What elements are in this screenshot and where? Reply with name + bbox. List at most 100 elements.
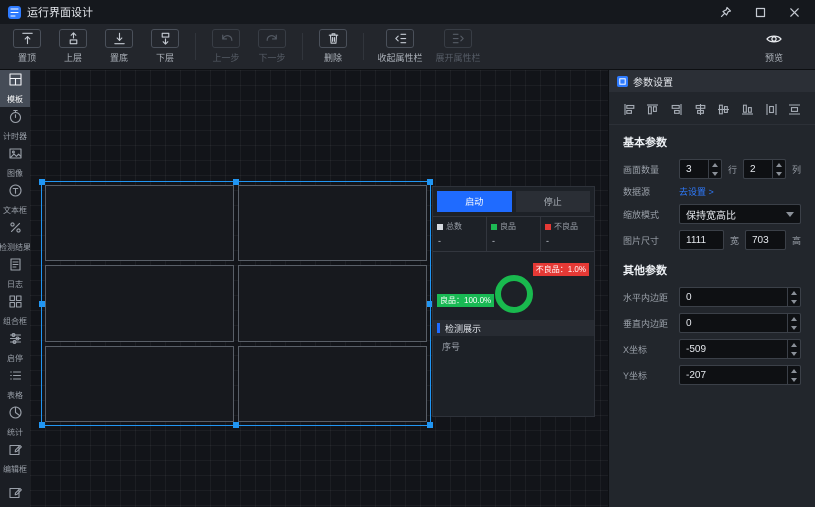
donut-chart <box>495 275 533 313</box>
toolbar: 置顶 上层 置底 下层 上一步 <box>0 24 815 70</box>
layer-down-button[interactable]: 下层 <box>142 24 188 69</box>
sidebar-item-combobox[interactable]: 组合框 <box>0 292 30 329</box>
parameter-panel: 参数设置 基本参数 画面数量 行 <box>608 70 815 507</box>
serial-column-header: 序号 <box>433 336 594 357</box>
textbox-icon <box>8 183 23 203</box>
redo-button[interactable]: 下一步 <box>249 24 295 69</box>
align-right-icon[interactable] <box>668 101 684 117</box>
layer-up-icon <box>59 29 87 48</box>
x-coordinate-input[interactable] <box>680 344 800 355</box>
resize-handle[interactable] <box>427 422 433 428</box>
align-left-icon[interactable] <box>621 101 637 117</box>
h-padding-stepper <box>679 287 801 307</box>
image-height-field <box>745 230 786 250</box>
stepper-up[interactable] <box>788 366 800 375</box>
stop-button[interactable]: 停止 <box>516 191 591 212</box>
layer-up-button[interactable]: 上层 <box>50 24 96 69</box>
distribute-vertical-icon[interactable] <box>787 101 803 117</box>
sidebar-item-editbox[interactable]: 编辑框 <box>0 440 30 477</box>
template-cell[interactable] <box>45 185 234 261</box>
y-coordinate-input[interactable] <box>680 370 800 381</box>
align-top-icon[interactable] <box>645 101 661 117</box>
toolbar-separator <box>302 33 303 60</box>
log-icon <box>8 257 23 277</box>
distribute-horizontal-icon[interactable] <box>763 101 779 117</box>
settings-panel-icon <box>617 76 628 87</box>
stepper-down[interactable] <box>709 169 721 178</box>
sidebar-item-detect-result[interactable]: 检测结果 <box>0 218 30 255</box>
stepper-down[interactable] <box>788 323 800 332</box>
sidebar-item-table[interactable]: 表格 <box>0 366 30 403</box>
image-height-input[interactable] <box>746 235 785 246</box>
stepper-down[interactable] <box>788 375 800 384</box>
design-canvas[interactable]: 启动 停止 总数 - 良品 - 不良品 - <box>30 70 608 507</box>
scale-mode-row: 缩放模式 保持宽高比 <box>609 201 815 227</box>
sidebar-item-editbox-2[interactable] <box>0 477 30 507</box>
resize-handle[interactable] <box>39 179 45 185</box>
template-cell[interactable] <box>45 265 234 341</box>
sidebar-item-template[interactable]: 模板 <box>0 70 30 107</box>
expand-panel-button[interactable]: 展开属性栏 <box>429 24 487 69</box>
align-hcenter-icon[interactable] <box>692 101 708 117</box>
sidebar-item-textbox[interactable]: 文本框 <box>0 181 30 218</box>
stat-total: 总数 - <box>433 217 487 251</box>
title-bar: 运行界面设计 <box>0 0 815 24</box>
pin-icon[interactable] <box>719 5 733 19</box>
send-to-back-button[interactable]: 置底 <box>96 24 142 69</box>
sidebar-item-image[interactable]: 图像 <box>0 144 30 181</box>
resize-handle[interactable] <box>233 179 239 185</box>
eye-icon <box>765 29 783 48</box>
collapse-panel-button[interactable]: 收起属性栏 <box>371 24 429 69</box>
stat-total-value: - <box>437 236 482 246</box>
selected-template-widget[interactable] <box>42 182 430 425</box>
stepper-down[interactable] <box>788 297 800 306</box>
stepper-up[interactable] <box>709 160 721 169</box>
template-cell[interactable] <box>45 346 234 422</box>
template-cell[interactable] <box>238 185 427 261</box>
window-title: 运行界面设计 <box>27 4 93 20</box>
table-icon <box>8 368 23 388</box>
stats-icon <box>8 405 23 425</box>
sidebar-item-timer[interactable]: 计时器 <box>0 107 30 144</box>
template-cell[interactable] <box>238 346 427 422</box>
resize-handle[interactable] <box>233 422 239 428</box>
sidebar-item-stats[interactable]: 统计 <box>0 403 30 440</box>
scale-mode-select[interactable]: 保持宽高比 <box>679 204 801 224</box>
stepper-up[interactable] <box>788 340 800 349</box>
template-cell[interactable] <box>238 265 427 341</box>
other-params-heading: 其他参数 <box>609 253 815 284</box>
screen-count-row: 画面数量 行 列 <box>609 156 815 182</box>
good-rate-badge: 良品：100.0% <box>437 294 494 307</box>
data-source-settings-link[interactable]: 去设置 > <box>679 185 714 198</box>
v-padding-input[interactable] <box>680 318 800 329</box>
stat-defect: 不良品 - <box>541 217 594 251</box>
bring-to-front-button[interactable]: 置顶 <box>4 24 50 69</box>
delete-button[interactable]: 删除 <box>310 24 356 69</box>
sidebar-item-startstop[interactable]: 启停 <box>0 329 30 366</box>
undo-button[interactable]: 上一步 <box>203 24 249 69</box>
stepper-up[interactable] <box>773 160 785 169</box>
stepper-down[interactable] <box>773 169 785 178</box>
align-bottom-icon[interactable] <box>740 101 756 117</box>
stepper-up[interactable] <box>788 288 800 297</box>
collapse-panel-icon <box>386 29 414 48</box>
resize-handle[interactable] <box>39 301 45 307</box>
toolbar-separator <box>363 33 364 60</box>
h-padding-input[interactable] <box>680 292 800 303</box>
maximize-icon[interactable] <box>753 5 767 19</box>
stat-good: 良品 - <box>487 217 541 251</box>
align-vcenter-icon[interactable] <box>716 101 732 117</box>
status-widget[interactable]: 启动 停止 总数 - 良品 - 不良品 - <box>432 186 595 417</box>
detect-table: 序号 <box>433 336 594 416</box>
stepper-down[interactable] <box>788 349 800 358</box>
sidebar-item-log[interactable]: 日志 <box>0 255 30 292</box>
bring-to-front-icon <box>13 29 41 48</box>
stepper-up[interactable] <box>788 314 800 323</box>
image-width-input[interactable] <box>680 235 723 246</box>
resize-handle[interactable] <box>39 422 45 428</box>
start-button[interactable]: 启动 <box>437 191 512 212</box>
resize-handle[interactable] <box>427 179 433 185</box>
close-icon[interactable] <box>787 5 801 19</box>
toolbar-spacer <box>487 24 751 69</box>
preview-button[interactable]: 预览 <box>751 24 797 69</box>
